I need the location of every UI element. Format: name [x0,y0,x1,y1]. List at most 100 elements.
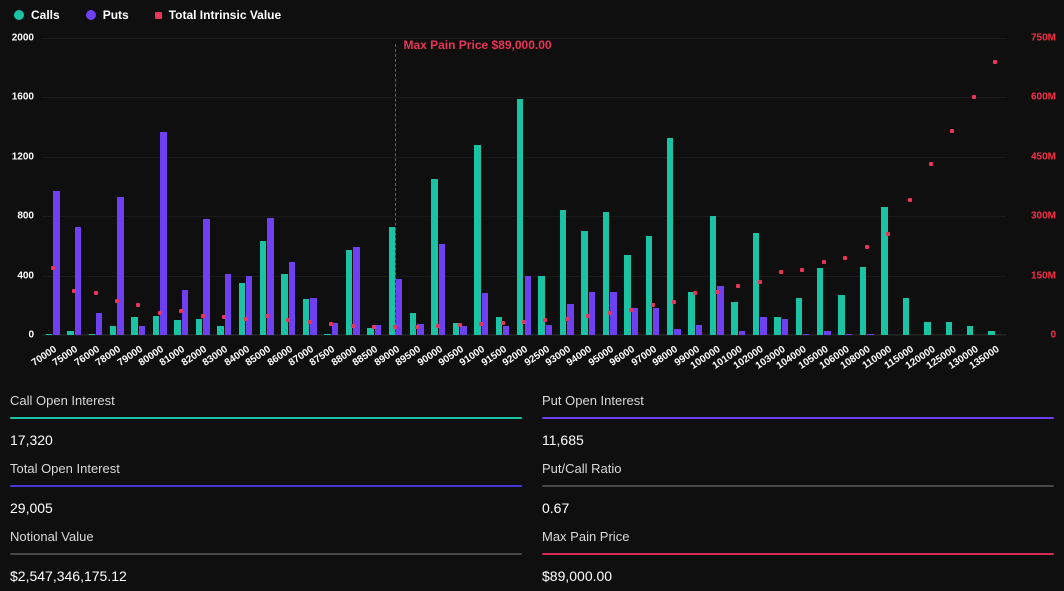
intrinsic-value-point[interactable] [800,268,804,272]
intrinsic-value-point[interactable] [179,309,183,313]
intrinsic-value-point[interactable] [222,315,226,319]
legend-item-intrinsic-value[interactable]: Total Intrinsic Value [155,8,281,22]
put-bar[interactable] [53,191,59,335]
call-bar[interactable] [646,236,652,335]
call-bar[interactable] [667,138,673,336]
intrinsic-value-point[interactable] [779,270,783,274]
put-bar[interactable] [824,331,830,335]
put-bar[interactable] [503,326,509,335]
intrinsic-value-point[interactable] [993,60,997,64]
put-bar[interactable] [225,274,231,335]
intrinsic-value-point[interactable] [158,311,162,315]
call-bar[interactable] [838,295,844,335]
intrinsic-value-point[interactable] [843,256,847,260]
intrinsic-value-point[interactable] [308,320,312,324]
intrinsic-value-point[interactable] [136,303,140,307]
call-bar[interactable] [110,326,116,335]
call-bar[interactable] [538,276,544,335]
call-bar[interactable] [46,334,52,335]
put-bar[interactable] [653,308,659,335]
call-bar[interactable] [860,267,866,335]
put-bar[interactable] [803,334,809,335]
call-bar[interactable] [731,302,737,335]
call-bar[interactable] [346,250,352,335]
intrinsic-value-point[interactable] [950,129,954,133]
intrinsic-value-point[interactable] [94,291,98,295]
call-bar[interactable] [710,216,716,335]
call-bar[interactable] [474,145,480,335]
put-bar[interactable] [460,326,466,335]
intrinsic-value-point[interactable] [458,323,462,327]
intrinsic-value-point[interactable] [265,314,269,318]
intrinsic-value-point[interactable] [715,290,719,294]
call-bar[interactable] [688,292,694,335]
put-bar[interactable] [439,244,445,335]
put-bar[interactable] [289,262,295,335]
call-bar[interactable] [988,331,994,335]
call-bar[interactable] [624,255,630,335]
plot-area[interactable]: Max Pain Price $89,000.00 [42,38,1006,335]
call-bar[interactable] [67,331,73,335]
call-bar[interactable] [881,207,887,335]
put-bar[interactable] [310,298,316,335]
call-bar[interactable] [817,268,823,335]
call-bar[interactable] [796,298,802,335]
intrinsic-value-point[interactable] [822,260,826,264]
intrinsic-value-point[interactable] [565,317,569,321]
call-bar[interactable] [367,328,373,335]
intrinsic-value-point[interactable] [372,325,376,329]
intrinsic-value-point[interactable] [501,321,505,325]
put-bar[interactable] [632,308,638,335]
put-bar[interactable] [353,247,359,335]
call-bar[interactable] [946,322,952,335]
intrinsic-value-point[interactable] [522,320,526,324]
put-bar[interactable] [546,325,552,335]
put-bar[interactable] [760,317,766,335]
intrinsic-value-point[interactable] [329,322,333,326]
put-bar[interactable] [96,313,102,335]
put-bar[interactable] [246,276,252,335]
put-bar[interactable] [674,329,680,335]
call-bar[interactable] [303,299,309,335]
put-bar[interactable] [846,334,852,335]
put-bar[interactable] [867,334,873,335]
put-bar[interactable] [139,326,145,335]
call-bar[interactable] [753,233,759,335]
put-bar[interactable] [482,293,488,335]
legend-item-calls[interactable]: Calls [14,8,60,22]
put-bar[interactable] [739,331,745,335]
intrinsic-value-point[interactable] [286,318,290,322]
intrinsic-value-point[interactable] [543,318,547,322]
call-bar[interactable] [131,317,137,335]
intrinsic-value-point[interactable] [908,198,912,202]
intrinsic-value-point[interactable] [651,303,655,307]
intrinsic-value-point[interactable] [115,299,119,303]
call-bar[interactable] [153,316,159,335]
intrinsic-value-point[interactable] [886,232,890,236]
call-bar[interactable] [496,317,502,335]
intrinsic-value-point[interactable] [72,289,76,293]
intrinsic-value-point[interactable] [51,266,55,270]
put-bar[interactable] [696,325,702,335]
intrinsic-value-point[interactable] [929,162,933,166]
intrinsic-value-point[interactable] [608,311,612,315]
call-bar[interactable] [281,274,287,335]
call-bar[interactable] [903,298,909,335]
intrinsic-value-point[interactable] [736,284,740,288]
legend-item-puts[interactable]: Puts [86,8,129,22]
call-bar[interactable] [774,317,780,335]
call-bar[interactable] [324,334,330,335]
call-bar[interactable] [967,326,973,335]
call-bar[interactable] [410,313,416,335]
intrinsic-value-point[interactable] [351,324,355,328]
call-bar[interactable] [581,231,587,335]
call-bar[interactable] [196,319,202,335]
intrinsic-value-point[interactable] [758,280,762,284]
call-bar[interactable] [217,326,223,335]
intrinsic-value-point[interactable] [693,291,697,295]
intrinsic-value-point[interactable] [244,317,248,321]
intrinsic-value-point[interactable] [415,325,419,329]
call-bar[interactable] [517,99,523,335]
call-bar[interactable] [89,334,95,335]
call-bar[interactable] [239,283,245,335]
